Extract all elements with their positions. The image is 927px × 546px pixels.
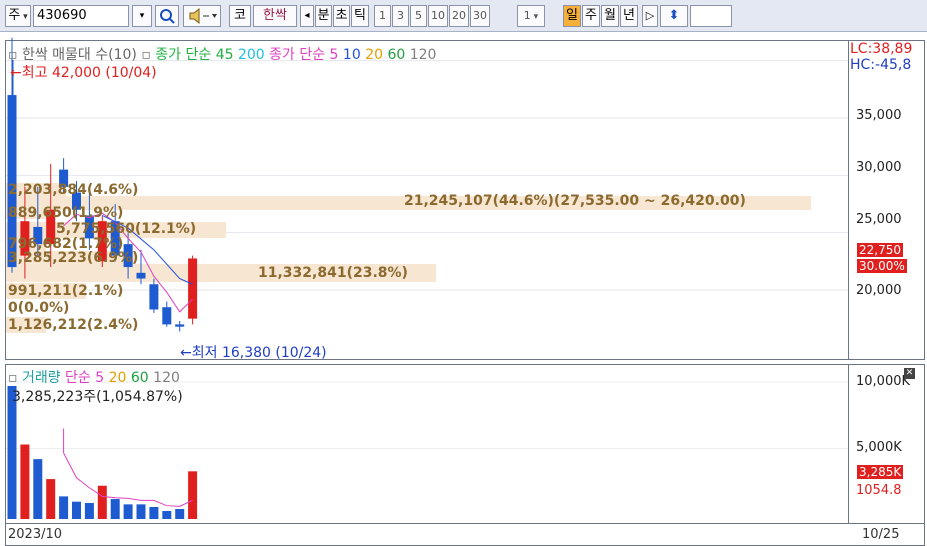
vp-label: 11,332,841(23.8%) [258, 265, 408, 281]
volume-bar [46, 479, 56, 519]
vp-label: 21,245,107(44.6%)(27,535.00 ~ 26,420.00) [404, 193, 746, 209]
price-legend-item: 종가 단순 5 [269, 47, 343, 63]
vp-label: 0(0.0%) [8, 300, 70, 316]
low-label: ←최저 16,380 (10/24) [180, 345, 327, 361]
volume-bar [123, 504, 133, 519]
vp-label: 889,650(1.9%) [8, 205, 124, 221]
price-legend-item: 한싹 매물대 수(10) [21, 47, 142, 63]
volume-bar [175, 509, 185, 519]
current-price-badge: 22,750 [857, 243, 903, 257]
legend-square-icon: ▫ [141, 47, 156, 63]
volume-legend-item: 20 [108, 370, 131, 386]
volume-bar [20, 444, 30, 519]
vol-tick-5000k: 5,000K [856, 440, 902, 455]
x-start-label: 2023/10 [8, 527, 63, 542]
volume-bar [110, 499, 120, 519]
lc-label: LC:38,89 [850, 41, 913, 57]
price-legend-item: 10 [342, 47, 366, 63]
price-tick-20000: 20,000 [856, 283, 902, 298]
legend-square-icon: ▫ [8, 47, 22, 63]
volume-legend-item: 거래량 [21, 370, 66, 386]
price-legend-item: 200 [237, 47, 270, 63]
price-legend: ▫ 한싹 매물대 수(10) ▫ 종가 단순 45 200 종가 단순 5 10… [8, 44, 436, 64]
high-label: ←최고 42,000 (10/04) [10, 65, 157, 81]
legend-square-icon: ▫ [8, 370, 22, 386]
candle-body [149, 284, 159, 310]
volume-legend: ▫ 거래량 단순 5 20 60 120 [8, 367, 180, 387]
volume-bar [136, 504, 146, 519]
vol-tick-10000k: 10,000K [856, 374, 911, 389]
volume-legend-item: 120 [153, 370, 180, 386]
x-end-label: 10/25 [862, 527, 900, 542]
volume-bar [72, 501, 81, 519]
vp-label: 1,126,212(2.4%) [8, 317, 139, 333]
current-volume-pct: 1054.8 [856, 483, 902, 498]
candle-body [188, 258, 198, 319]
close-icon[interactable]: ✕ [904, 368, 915, 379]
volume-ma5-line [63, 428, 193, 507]
volume-legend-item: 단순 5 [65, 370, 109, 386]
price-tick-35000: 35,000 [856, 108, 902, 123]
price-legend-item: 120 [409, 47, 437, 63]
volume-last-label: 3,285,223주(1,054.87%) [12, 389, 183, 405]
vp-label: 2,203,884(4.6%) [8, 182, 139, 198]
price-tick-30000: 30,000 [856, 160, 902, 175]
volume-bar [84, 503, 94, 519]
volume-bar [33, 459, 43, 519]
price-legend-item: 20 [365, 47, 388, 63]
volume-legend-item: 60 [130, 370, 154, 386]
vp-label: 991,211(2.1%) [8, 283, 124, 299]
candle-body [162, 307, 172, 325]
volume-bar [97, 485, 107, 519]
volume-bar [162, 511, 172, 519]
price-legend-item: 60 [387, 47, 410, 63]
current-volume-badge: 3,285K [857, 465, 904, 479]
vp-label: 3,285,223(6.9%) [8, 250, 139, 266]
volume-bar [188, 471, 198, 519]
price-legend-item: 종가 단순 45 [155, 47, 238, 63]
vp-label: 5,775,560(12.1%) [56, 221, 197, 237]
price-tick-25000: 25,000 [856, 212, 902, 227]
candle-body [136, 272, 146, 279]
volume-bar [59, 496, 69, 519]
hc-label: HC:-45,8 [850, 57, 912, 73]
volume-bar [149, 507, 159, 519]
current-pct-badge: 30.00% [857, 259, 907, 273]
candle-body [175, 324, 185, 327]
